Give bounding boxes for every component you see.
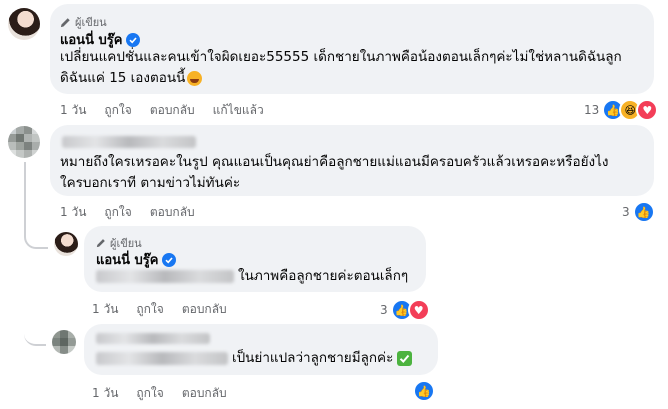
reaction-summary[interactable]: 👍 [413, 380, 435, 402]
reply-actions: 1 วัน ถูกใจ ตอบกลับ [92, 384, 227, 403]
pencil-icon [96, 239, 105, 248]
author-avatar[interactable] [8, 8, 40, 40]
timestamp[interactable]: 1 วัน [60, 101, 86, 120]
reply-actions: 1 วัน ถูกใจ ตอบกลับ [92, 300, 227, 319]
love-icon: ♥ [407, 299, 430, 321]
comment-actions: 1 วัน ถูกใจ ตอบกลับ [60, 203, 195, 222]
blurred-avatar[interactable] [52, 330, 76, 354]
verified-badge-icon [162, 252, 177, 267]
timestamp[interactable]: 1 วัน [60, 203, 86, 222]
reply-button[interactable]: ตอบกลับ [150, 203, 195, 222]
blurred-mention [96, 270, 234, 283]
comment-text: หมายถึงใครเหรอคะในรูป คุณแอนเป็นคุณย่าคื… [60, 154, 609, 191]
reply-text: เป็นย่าแปลว่าลูกชายมีลูกค่ะ [232, 348, 413, 369]
reply-button[interactable]: ตอบกลับ [150, 101, 195, 120]
blurred-username [62, 136, 196, 148]
check-emoji-icon [397, 351, 413, 366]
blurred-username [96, 333, 210, 344]
comment-text: เปลี่ยนแคปชั่นและคนเข้าใจผิดเยอะ55555 เด… [60, 49, 622, 86]
grin-emoji-icon [187, 71, 203, 86]
blurred-mention [96, 352, 228, 365]
reaction-summary[interactable]: 13 👍 😆 ♥ [584, 99, 659, 121]
like-icon: 👍 [413, 380, 435, 402]
commenter-name[interactable]: แอนนี่ บรู๊ค [96, 249, 177, 270]
verified-badge-icon [126, 32, 141, 47]
comment-actions: 1 วัน ถูกใจ ตอบกลับ แก้ไขแล้ว [60, 101, 264, 120]
timestamp[interactable]: 1 วัน [92, 384, 118, 403]
reply-button[interactable]: ตอบกลับ [182, 384, 227, 403]
reaction-summary[interactable]: 3 👍 [622, 201, 655, 223]
reaction-summary[interactable]: 3 👍 ♥ [380, 299, 430, 321]
author-avatar[interactable] [54, 232, 78, 256]
thread-line [24, 162, 48, 249]
love-icon: ♥ [636, 99, 659, 121]
like-button[interactable]: ถูกใจ [104, 203, 131, 222]
reply-text: ในภาพคือลูกชายค่ะตอนเล็กๆ [238, 268, 409, 284]
like-button[interactable]: ถูกใจ [136, 384, 163, 403]
blurred-avatar[interactable] [8, 126, 40, 158]
timestamp[interactable]: 1 วัน [92, 300, 118, 319]
like-button[interactable]: ถูกใจ [104, 101, 131, 120]
thread-line [24, 248, 46, 346]
like-button[interactable]: ถูกใจ [136, 300, 163, 319]
reply-button[interactable]: ตอบกลับ [182, 300, 227, 319]
edited-label: แก้ไขแล้ว [212, 103, 264, 117]
pencil-icon [60, 17, 70, 27]
like-icon: 👍 [632, 201, 655, 223]
